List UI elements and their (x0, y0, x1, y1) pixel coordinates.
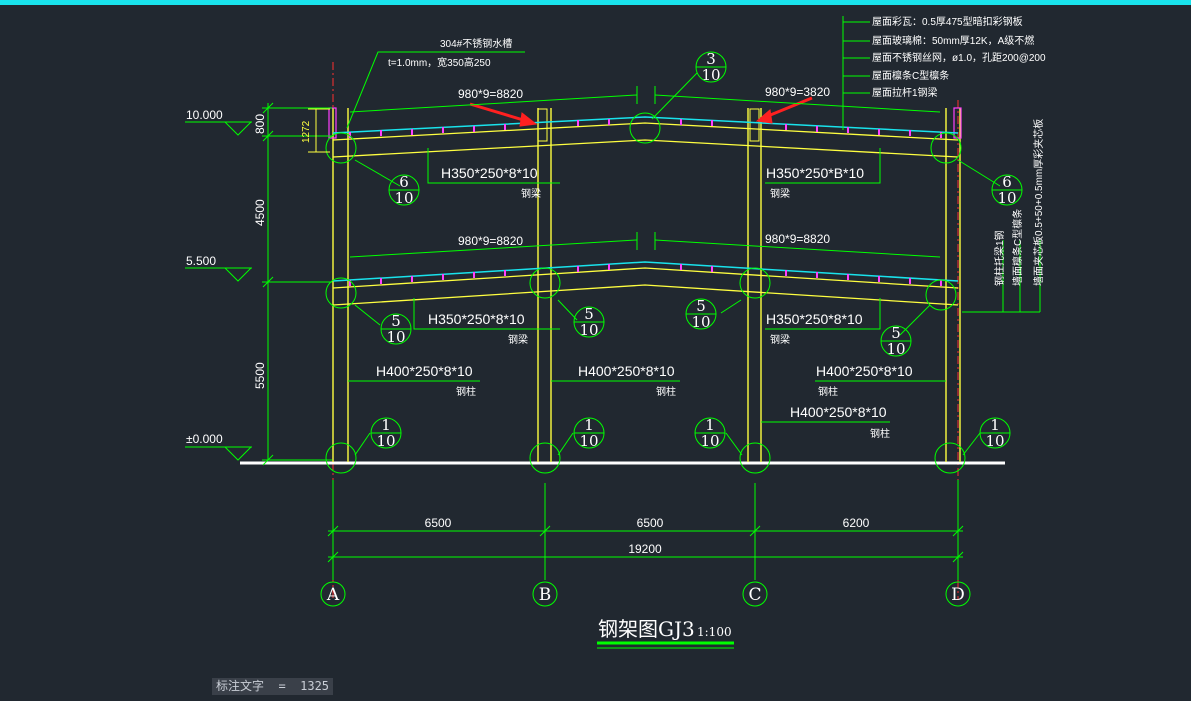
span-dim-bc: 6500 (637, 516, 664, 530)
detail-3-den: 10 (701, 66, 720, 84)
beam-caption-lower-right: 钢梁 (770, 333, 790, 346)
column-label-b: H400*250*8*10 (578, 363, 675, 379)
lower-roof-beams (332, 261, 959, 306)
elevation-ground: ±0.000 (186, 432, 223, 446)
span-dim-cd: 6200 (843, 516, 870, 530)
beam-caption-upper-left: 钢梁 (521, 187, 541, 200)
horizontal-dimensions (327, 480, 964, 580)
dimension-text-status: 标注文字 = 1325 (212, 678, 334, 695)
beam-label-lower-right: H350*250*8*10 (766, 311, 863, 327)
height-dim-5500: 5500 (253, 362, 267, 389)
detail-6-right-den: 10 (997, 189, 1016, 207)
drawing-scale: 1:100 (697, 625, 732, 639)
roof-note-4: 屋面檩条C型檩条 (872, 69, 949, 82)
column-caption-d: 钢柱 (818, 385, 838, 398)
axis-label-c: C (748, 585, 761, 605)
wall-note-3: 墙面夹芯板0.5+50+0.5mm厚彩夹芯板 (1032, 119, 1045, 286)
parapet-dim: 1272 (301, 120, 312, 143)
axis-label-b: B (539, 585, 552, 605)
height-dim-4500: 4500 (253, 199, 267, 226)
span-dim-ab: 6500 (425, 516, 452, 530)
roof-note-1: 屋面彩瓦：0.5厚475型暗扣彩钢板 (872, 15, 1023, 28)
column-caption-c: 钢柱 (870, 427, 890, 440)
column-label-a: H400*250*8*10 (376, 363, 473, 379)
axis-bubbles (320, 581, 971, 607)
beam-caption-lower-left: 钢梁 (508, 333, 528, 346)
drawing-title: 钢架图GJ3 (598, 617, 695, 641)
column-label-c: H400*250*8*10 (790, 404, 887, 420)
column-caption-a: 钢柱 (456, 385, 476, 398)
roof-note-3: 屋面不锈钢丝网，ø1.0，孔距200@200 (872, 51, 1046, 64)
purlin-spacing-lower-right: 980*9=8820 (765, 232, 830, 246)
total-span-dim: 19200 (628, 542, 662, 556)
beam-label-upper-left: H350*250*8*10 (441, 165, 538, 181)
beam-label-upper-right: H350*250*B*10 (766, 165, 864, 181)
column-label-d: H400*250*8*10 (816, 363, 913, 379)
roof-note-5: 屋面拉杆1钢梁 (872, 86, 938, 99)
detail-1-d-den: 10 (985, 432, 1004, 450)
cad-drawing-canvas[interactable]: A B C D 3 10 6 10 6 10 5 10 5 10 5 10 5 … (0, 5, 1191, 697)
axis-label-a: A (326, 585, 340, 605)
detail-1-b-den: 10 (579, 432, 598, 450)
wall-note-1: 钢柱托梁1钢 (993, 230, 1006, 286)
elevation-mid: 5.500 (186, 254, 216, 268)
vertical-dimensions (185, 102, 332, 466)
beam-caption-upper-right: 钢梁 (770, 187, 790, 200)
detail-5-c-den: 10 (691, 313, 710, 331)
purlin-spacing-upper-left: 980*9=8820 (458, 87, 523, 101)
purlin-spacing-lower-left: 980*9=8820 (458, 234, 523, 248)
detail-1-a-den: 10 (376, 432, 395, 450)
axis-label-d: D (951, 585, 965, 605)
column-caption-b: 钢柱 (656, 385, 676, 398)
detail-1-c-den: 10 (700, 432, 719, 450)
wall-note-2: 墙面檩条C型檩条 (1011, 209, 1024, 286)
detail-5-a-den: 10 (386, 328, 405, 346)
gutter-note-line1: 304#不锈钢水槽 (440, 37, 512, 50)
gutter-note-line2: t=1.0mm，宽350高250 (388, 56, 491, 69)
roof-note-2: 屋面玻璃棉：50mm厚12K，A级不燃 (872, 34, 1034, 47)
height-dim-800: 800 (253, 114, 267, 134)
upper-roof-beams (332, 116, 959, 158)
elevation-top: 10.000 (186, 108, 223, 122)
detail-5-d-den: 10 (886, 340, 905, 358)
detail-5-b-den: 10 (579, 321, 598, 339)
purlin-spacing-upper-right: 980*9=3820 (765, 85, 830, 99)
purlins-upper (349, 119, 942, 138)
detail-6-left-den: 10 (394, 189, 413, 207)
beam-label-lower-left: H350*250*8*10 (428, 311, 525, 327)
